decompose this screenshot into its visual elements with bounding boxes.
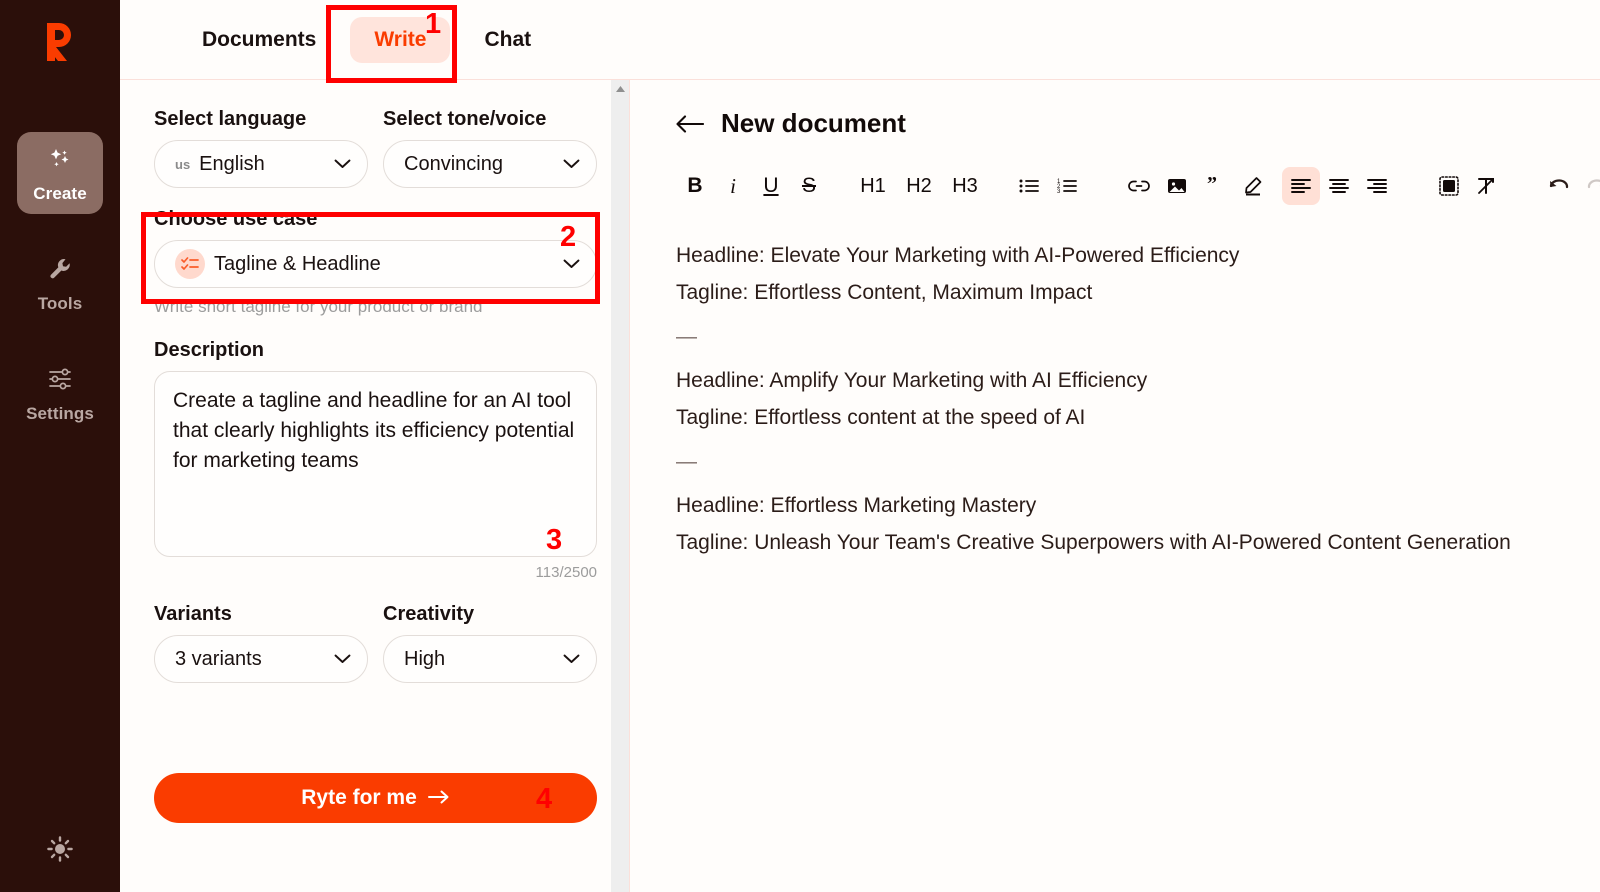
description-label: Description bbox=[154, 339, 597, 362]
svg-text:3: 3 bbox=[1057, 189, 1061, 194]
link-button[interactable] bbox=[1120, 167, 1158, 205]
top-tabs: Documents Write Chat bbox=[120, 0, 1600, 80]
sidebar-item-create[interactable]: Create bbox=[17, 132, 103, 214]
panel-scrollbar[interactable] bbox=[611, 80, 629, 892]
sidebar-item-label: Create bbox=[33, 184, 87, 204]
blockquote-button[interactable]: ” bbox=[1196, 167, 1234, 205]
sidebar-item-settings[interactable]: Settings bbox=[17, 352, 103, 434]
ryte-for-me-button[interactable]: Ryte for me bbox=[154, 773, 597, 823]
document-line: Headline: Elevate Your Marketing with AI… bbox=[676, 245, 1590, 266]
app-logo[interactable] bbox=[32, 14, 88, 70]
sparkles-icon bbox=[45, 144, 75, 174]
undo-button[interactable] bbox=[1540, 167, 1578, 205]
svg-text:”: ” bbox=[1207, 177, 1217, 195]
chevron-down-icon bbox=[334, 159, 351, 169]
use-case-label: Choose use case bbox=[154, 208, 597, 231]
editor-toolbar: B i U S H1 H2 H3 bbox=[676, 167, 1600, 205]
creativity-value: High bbox=[404, 648, 554, 671]
description-field: Description Create a tagline and headlin… bbox=[154, 339, 597, 581]
variants-field: Variants 3 variants bbox=[154, 603, 368, 683]
align-right-button[interactable] bbox=[1358, 167, 1396, 205]
align-left-button[interactable] bbox=[1282, 167, 1320, 205]
language-value: English bbox=[199, 153, 325, 176]
document-line: Headline: Amplify Your Marketing with AI… bbox=[676, 370, 1590, 391]
chevron-down-icon bbox=[563, 259, 580, 269]
document-line: Tagline: Unleash Your Team's Creative Su… bbox=[676, 532, 1590, 553]
tone-select[interactable]: Convincing bbox=[383, 140, 597, 188]
creativity-field: Creativity High bbox=[383, 603, 597, 683]
sliders-icon bbox=[45, 364, 75, 394]
sidebar-item-label: Tools bbox=[38, 294, 83, 314]
document-content[interactable]: Headline: Elevate Your Marketing with AI… bbox=[676, 245, 1600, 553]
sidebar-item-tools[interactable]: Tools bbox=[17, 242, 103, 324]
chevron-down-icon bbox=[563, 654, 580, 664]
ai-assist-button[interactable] bbox=[1430, 167, 1468, 205]
document-separator: — bbox=[676, 326, 1590, 347]
document-header: New document bbox=[676, 108, 1600, 139]
variants-value: 3 variants bbox=[175, 648, 325, 671]
language-label: Select language bbox=[154, 108, 368, 131]
submit-area: Ryte for me bbox=[154, 773, 597, 823]
sidebar-nav: Create Tools bbox=[0, 132, 120, 434]
bullet-list-button[interactable] bbox=[1010, 167, 1048, 205]
workspace: Select language us English Select tone/v… bbox=[120, 80, 1600, 892]
image-button[interactable] bbox=[1158, 167, 1196, 205]
scroll-up-arrow-icon[interactable] bbox=[611, 80, 629, 98]
arrow-left-icon[interactable] bbox=[676, 115, 704, 133]
heading-3-button[interactable]: H3 bbox=[942, 167, 988, 205]
creativity-label: Creativity bbox=[383, 603, 597, 626]
language-select[interactable]: us English bbox=[154, 140, 368, 188]
language-tone-row: Select language us English Select tone/v… bbox=[154, 108, 597, 188]
flag-us-icon: us bbox=[175, 157, 190, 172]
checklist-icon bbox=[175, 249, 205, 279]
italic-button[interactable]: i bbox=[714, 167, 752, 205]
language-field: Select language us English bbox=[154, 108, 368, 188]
tone-label: Select tone/voice bbox=[383, 108, 597, 131]
variants-select[interactable]: 3 variants bbox=[154, 635, 368, 683]
write-form-panel: Select language us English Select tone/v… bbox=[120, 80, 630, 892]
document-line: Tagline: Effortless Content, Maximum Imp… bbox=[676, 282, 1590, 303]
app-root: Create Tools bbox=[0, 0, 1600, 892]
arrow-right-icon bbox=[428, 786, 450, 810]
main-area: Documents Write Chat Select language us … bbox=[120, 0, 1600, 892]
description-textarea[interactable]: Create a tagline and headline for an AI … bbox=[154, 371, 597, 557]
use-case-value: Tagline & Headline bbox=[214, 253, 554, 276]
document-editor: New document B i U S H1 H2 H3 bbox=[630, 80, 1600, 892]
strikethrough-button[interactable]: S bbox=[790, 167, 828, 205]
description-character-counter: 113/2500 bbox=[154, 564, 597, 581]
document-title[interactable]: New document bbox=[721, 108, 906, 139]
tab-documents[interactable]: Documents bbox=[178, 17, 340, 63]
clear-formatting-button[interactable] bbox=[1468, 167, 1506, 205]
heading-1-button[interactable]: H1 bbox=[850, 167, 896, 205]
tab-write[interactable]: Write bbox=[350, 17, 450, 63]
chevron-down-icon bbox=[563, 159, 580, 169]
variants-creativity-row: Variants 3 variants Creativity High bbox=[154, 603, 597, 683]
redo-button[interactable] bbox=[1578, 167, 1600, 205]
tone-field: Select tone/voice Convincing bbox=[383, 108, 597, 188]
use-case-select[interactable]: Tagline & Headline bbox=[154, 240, 597, 288]
tone-value: Convincing bbox=[404, 153, 554, 176]
chevron-down-icon bbox=[334, 654, 351, 664]
highlight-button[interactable] bbox=[1234, 167, 1272, 205]
bold-button[interactable]: B bbox=[676, 167, 714, 205]
tab-chat[interactable]: Chat bbox=[460, 17, 555, 63]
sidebar-item-label: Settings bbox=[26, 404, 94, 424]
ryte-for-me-label: Ryte for me bbox=[301, 786, 417, 810]
sidebar: Create Tools bbox=[0, 0, 120, 892]
document-line: Headline: Effortless Marketing Mastery bbox=[676, 495, 1590, 516]
document-line: Tagline: Effortless content at the speed… bbox=[676, 407, 1590, 428]
numbered-list-button[interactable]: 123 bbox=[1048, 167, 1086, 205]
variants-label: Variants bbox=[154, 603, 368, 626]
align-center-button[interactable] bbox=[1320, 167, 1358, 205]
underline-button[interactable]: U bbox=[752, 167, 790, 205]
document-separator: — bbox=[676, 451, 1590, 472]
use-case-field: Choose use case Tagline & Headline bbox=[154, 208, 597, 317]
heading-2-button[interactable]: H2 bbox=[896, 167, 942, 205]
wrench-icon bbox=[45, 254, 75, 284]
sun-icon[interactable] bbox=[43, 832, 77, 866]
creativity-select[interactable]: High bbox=[383, 635, 597, 683]
use-case-helper-text: Write short tagline for your product or … bbox=[154, 297, 597, 317]
